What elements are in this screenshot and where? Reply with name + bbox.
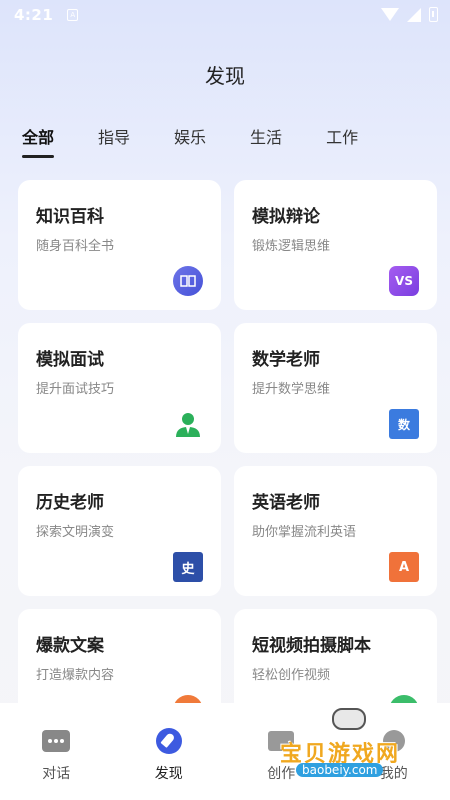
nav-create[interactable]: 创作	[225, 703, 338, 800]
card-title: 数学老师	[252, 350, 320, 370]
card-math-teacher[interactable]: 数学老师 提升数学思维 数	[234, 323, 437, 453]
card-subtitle: 探索文明演变	[36, 525, 115, 540]
category-tabs: 全部 指导 娱乐 生活 工作	[22, 124, 402, 158]
card-subtitle: 轻松创作视频	[252, 668, 331, 683]
card-title: 历史老师	[36, 493, 104, 513]
card-title: 模拟辩论	[252, 207, 320, 227]
status-time: 4:21	[14, 6, 54, 24]
book-icon	[173, 266, 203, 296]
history-book-icon: 史	[173, 552, 203, 582]
tab-life[interactable]: 生活	[250, 124, 282, 148]
notification-icon: A	[67, 9, 79, 21]
math-folder-icon: 数	[389, 409, 419, 439]
nav-label: 创作	[267, 766, 296, 782]
card-english-teacher[interactable]: 英语老师 助你掌握流利英语 A	[234, 466, 437, 596]
vs-icon: VS	[389, 266, 419, 296]
nav-chat[interactable]: 对话	[0, 703, 113, 800]
status-bar: 4:21 A	[0, 0, 450, 30]
tab-entertainment[interactable]: 娱乐	[174, 124, 206, 148]
card-subtitle: 打造爆款内容	[36, 668, 115, 683]
card-history-teacher[interactable]: 历史老师 探索文明演变 史	[18, 466, 221, 596]
card-title: 知识百科	[36, 207, 104, 227]
card-knowledge-encyclopedia[interactable]: 知识百科 随身百科全书	[18, 180, 221, 310]
nav-label: 我的	[379, 766, 408, 782]
card-subtitle: 提升面试技巧	[36, 382, 115, 397]
signal-icon	[407, 7, 421, 22]
create-icon	[267, 727, 295, 755]
nav-mine[interactable]: 我的	[338, 703, 450, 800]
english-notebook-icon: A	[389, 552, 419, 582]
card-subtitle: 锻炼逻辑思维	[252, 239, 331, 254]
card-subtitle: 提升数学思维	[252, 382, 331, 397]
card-subtitle: 助你掌握流利英语	[252, 525, 357, 540]
nav-discover[interactable]: 发现	[113, 703, 226, 800]
status-icons	[381, 7, 438, 22]
page-title: 发现	[205, 64, 245, 88]
nav-label: 对话	[42, 766, 71, 782]
card-title: 短视频拍摄脚本	[252, 636, 371, 656]
card-title: 爆款文案	[36, 636, 104, 656]
bottom-nav: 对话 发现 创作 我的	[0, 703, 450, 800]
tab-all[interactable]: 全部	[22, 124, 55, 158]
card-title: 英语老师	[252, 493, 320, 513]
battery-icon	[429, 7, 438, 22]
person-icon	[173, 409, 203, 439]
chat-icon	[42, 727, 71, 755]
nav-label: 发现	[154, 766, 183, 782]
compass-icon	[155, 727, 183, 755]
card-subtitle: 随身百科全书	[36, 239, 115, 254]
tab-work[interactable]: 工作	[326, 124, 358, 148]
tab-guide[interactable]: 指导	[98, 124, 130, 148]
wifi-icon	[381, 8, 399, 21]
profile-icon	[380, 727, 408, 755]
card-mock-debate[interactable]: 模拟辩论 锻炼逻辑思维 VS	[234, 180, 437, 310]
card-mock-interview[interactable]: 模拟面试 提升面试技巧	[18, 323, 221, 453]
card-title: 模拟面试	[36, 350, 104, 370]
